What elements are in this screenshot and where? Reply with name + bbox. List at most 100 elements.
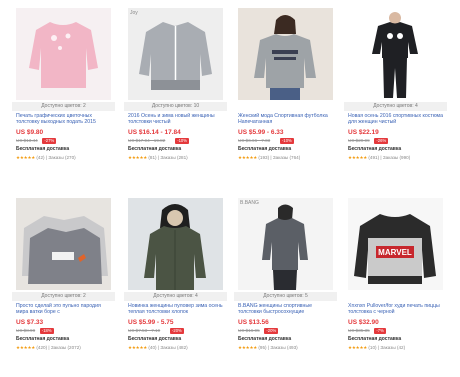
product-image[interactable]: Joy	[128, 8, 223, 100]
reviews-link[interactable]: (420)	[36, 345, 47, 350]
rating-stars: ★★★★★	[238, 345, 258, 350]
available-colors	[234, 102, 337, 111]
old-price: US $13.44	[16, 138, 38, 143]
rating-stars: ★★★★★	[16, 345, 36, 350]
rating-stars: ★★★★★	[238, 155, 258, 160]
separator: |	[270, 155, 272, 160]
reviews-link[interactable]: (95)	[258, 345, 266, 350]
free-shipping-label: Бесплатная доставка	[128, 336, 182, 342]
orders-link[interactable]: Заказы (990)	[383, 155, 410, 160]
old-price: US $8.98	[16, 328, 36, 333]
free-shipping-label: Бесплатная доставка	[16, 146, 70, 152]
separator: |	[377, 345, 380, 350]
brand-watermark: B.BANG	[240, 200, 259, 206]
free-shipping-label: Бесплатная доставка	[16, 336, 70, 342]
product-price: US $5.99 - 6.33	[238, 129, 284, 136]
product-title-link[interactable]: 2016 Осень и зима новый женщины толстовк…	[128, 113, 226, 126]
reviews-link[interactable]: (10)	[368, 345, 376, 350]
product-title-link[interactable]: Новинка женщины пуловер зима осень тепла…	[128, 303, 226, 316]
product-price: US $32.90	[348, 319, 379, 326]
orders-link[interactable]: Заказы (270)	[48, 155, 75, 160]
reviews-link[interactable]: (40)	[148, 345, 156, 350]
old-price: US $35.35	[348, 328, 370, 333]
product-title-link[interactable]: Xnxnxn Pullover/for худи печать пиццы то…	[348, 303, 446, 316]
discount-badge: -10%	[175, 138, 189, 144]
product-price: US $9.80	[16, 129, 44, 136]
discount-badge: -27%	[42, 138, 57, 144]
product-title-link[interactable]: Женский мода Спортивная футболка Напечат…	[238, 113, 336, 126]
rating-stars: ★★★★★	[128, 345, 148, 350]
product-image[interactable]: MARVEL	[348, 198, 443, 290]
discount-badge: -26%	[374, 138, 389, 144]
available-colors: Доступно цветов: 2	[12, 292, 115, 301]
reviews-link[interactable]: (491)	[368, 155, 379, 160]
separator: |	[157, 155, 160, 160]
orders-link[interactable]: Заказы (482)	[160, 345, 187, 350]
free-shipping-label: Бесплатная доставка	[238, 336, 292, 342]
rating-stars: ★★★★★	[348, 155, 368, 160]
rating-row: ★★★★★ (40) | Заказы (482)	[128, 345, 188, 351]
product-title-link[interactable]: Новая осень 2016 спортивных костюма для …	[348, 113, 446, 126]
product-title-link[interactable]: Печать графических цветочных толстовку в…	[16, 113, 114, 126]
available-colors: Доступно цветов: 10	[124, 102, 227, 111]
rating-row: ★★★★★ (420) | Заказы (2072)	[16, 345, 81, 351]
product-price: US $7.33	[16, 319, 44, 326]
rating-row: ★★★★★ (95) | Заказы (493)	[238, 345, 298, 351]
rating-row: ★★★★★ (42) | Заказы (270)	[16, 155, 76, 161]
orders-link[interactable]: Заказы (764)	[273, 155, 300, 160]
old-price: US $6.66 - 7.03	[238, 138, 271, 143]
available-colors: Доступно цветов: 4	[344, 102, 447, 111]
available-colors: Доступно цветов: 5	[234, 292, 337, 301]
discount-badge: -20%	[170, 328, 184, 334]
product-image[interactable]	[128, 198, 223, 290]
product-price: US $16.14 - 17.84	[128, 129, 181, 136]
product-price: US $13.56	[238, 319, 269, 326]
rating-row: ★★★★★ (193) | Заказы (764)	[238, 155, 300, 161]
rating-stars: ★★★★★	[348, 345, 368, 350]
discount-badge: -18%	[39, 328, 54, 334]
orders-link[interactable]: Заказы (2072)	[51, 345, 81, 350]
separator: |	[267, 345, 270, 350]
brand-watermark: Joy	[130, 10, 138, 16]
reviews-link[interactable]: (193)	[258, 155, 269, 160]
product-price: US $5.99 - 5.75	[128, 319, 174, 326]
product-title-link[interactable]: Просто сделай это пульно пародия мира ва…	[16, 303, 114, 316]
free-shipping-label: Бесплатная доставка	[348, 336, 402, 342]
product-image[interactable]	[348, 8, 443, 100]
discount-badge: -10%	[280, 138, 294, 144]
rating-row: ★★★★★ (81) | Заказы (281)	[128, 155, 188, 161]
free-shipping-label: Бесплатная доставка	[348, 146, 402, 152]
product-image[interactable]	[238, 8, 333, 100]
product-title-link[interactable]: B.BANG женщины спортивные толстовки быст…	[238, 303, 336, 316]
discount-badge: -20%	[264, 328, 279, 334]
reviews-link[interactable]: (81)	[148, 155, 156, 160]
discount-badge: -7%	[374, 328, 386, 334]
old-price: US $16.95	[238, 328, 260, 333]
separator: |	[380, 155, 382, 160]
separator: |	[45, 155, 48, 160]
product-image[interactable]	[16, 198, 111, 290]
old-price: US $7.53 - 7.19	[128, 328, 161, 333]
product-image[interactable]: B.BANG	[238, 198, 333, 290]
product-image[interactable]	[16, 8, 111, 100]
free-shipping-label: Бесплатная доставка	[238, 146, 292, 152]
orders-link[interactable]: Заказы (281)	[160, 155, 187, 160]
product-price: US $22.19	[348, 129, 379, 136]
available-colors: Доступно цветов: 2	[12, 102, 115, 111]
free-shipping-label: Бесплатная доставка	[128, 146, 182, 152]
available-colors: Доступно цветов: 4	[124, 292, 227, 301]
reviews-link[interactable]: (42)	[36, 155, 44, 160]
rating-stars: ★★★★★	[16, 155, 36, 160]
orders-link[interactable]: Заказы (42)	[380, 345, 405, 350]
product-grid: Доступно цветов: 2 Печать графических цв…	[12, 8, 452, 377]
rating-row: ★★★★★ (491) | Заказы (990)	[348, 155, 410, 161]
old-price: US $17.94 - 19.82	[128, 138, 166, 143]
separator: |	[157, 345, 160, 350]
rating-row: ★★★★★ (10) | Заказы (42)	[348, 345, 405, 351]
rating-stars: ★★★★★	[128, 155, 148, 160]
separator: |	[48, 345, 50, 350]
old-price: US $29.99	[348, 138, 370, 143]
available-colors	[344, 292, 447, 301]
orders-link[interactable]: Заказы (493)	[270, 345, 297, 350]
svg-text:MARVEL: MARVEL	[378, 248, 412, 257]
